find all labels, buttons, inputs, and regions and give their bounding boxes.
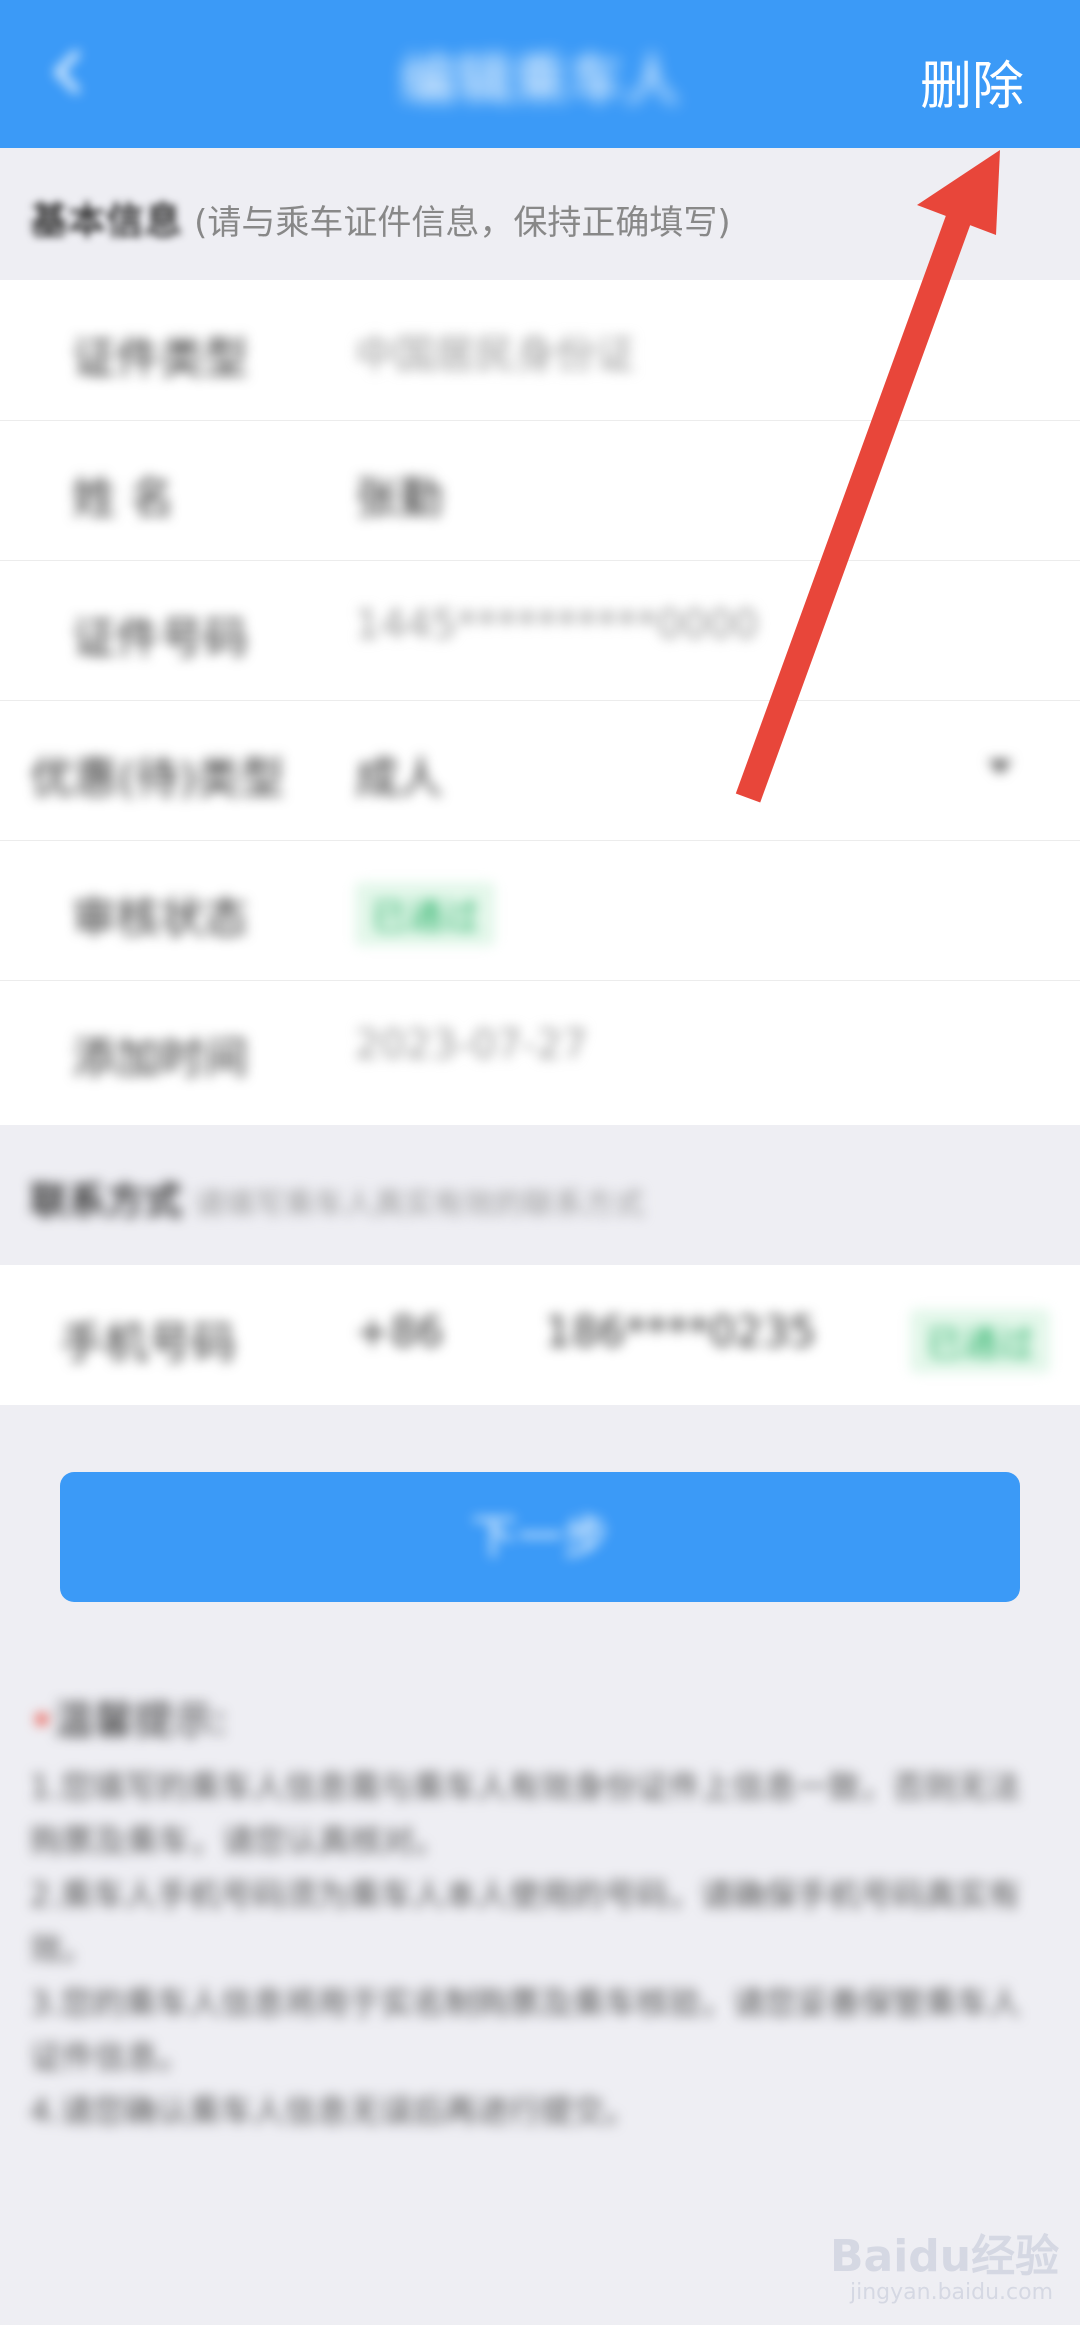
section-subtitle: (请与乘车证件信息，保持正确填写) (194, 203, 731, 243)
status-badge: 已通过 (355, 882, 496, 946)
row-label: 证件号码 (72, 613, 248, 664)
tip-line: 2.乘车人手机号码须为乘车人本人使用的号码，请确保手机号码真实有效。 (30, 1876, 1021, 1968)
phone-row[interactable]: 手机号码 +86 186****0235 已通过 (0, 1265, 1080, 1405)
section-subtitle: 请填写乘车人真实有效的联系方式 (194, 1187, 645, 1222)
passenger-form: 证件类型 中国居民身份证 姓 名 张勤 证件号码 1445**********0… (0, 280, 1080, 1125)
tips-title: •温馨提示: (30, 1698, 228, 1744)
section-title: 联系方式 (30, 1179, 183, 1223)
baidu-watermark: Baidu经验 jingyan.baidu.com (830, 2231, 1060, 2305)
contact-section-label: 联系方式 请填写乘车人真实有效的联系方式 (30, 1170, 644, 1225)
section-title: 基本信息 (30, 199, 183, 243)
row-value: 1445**********0000 (355, 602, 759, 648)
tips-text: 1.您填写的乘车人信息需与乘车人有效身份证件上信息一致，否则无法购票及乘车，请您… (30, 1760, 1050, 2138)
phone-number[interactable]: 186****0235 (545, 1307, 816, 1356)
row-label: 手机号码 (60, 1318, 236, 1369)
form-row-review-status: 审核状态 已通过 (0, 840, 1080, 981)
row-label: 添加时间 (72, 1033, 248, 1084)
form-row-name[interactable]: 姓 名 张勤 (0, 420, 1080, 561)
row-label: 姓 名 (72, 473, 174, 524)
country-code[interactable]: +86 (355, 1307, 444, 1356)
row-value: 2023-07-27 (355, 1022, 588, 1068)
form-row-id-type[interactable]: 证件类型 中国居民身份证 (0, 280, 1080, 421)
basic-info-section-label: 基本信息 (请与乘车证件信息，保持正确填写) (30, 190, 731, 245)
status-badge: 已通过 (909, 1309, 1050, 1373)
page-title: 编辑乘车人 (400, 49, 680, 114)
delete-button[interactable]: 删除 (920, 44, 1024, 119)
next-button[interactable]: 下一步 (60, 1472, 1020, 1602)
form-row-discount-type[interactable]: 优惠(待)类型 成人 (0, 700, 1080, 841)
row-value: 中国居民身份证 (355, 332, 635, 378)
tip-line: 1.您填写的乘车人信息需与乘车人有效身份证件上信息一致，否则无法购票及乘车，请您… (30, 1768, 1021, 1860)
row-label: 审核状态 (72, 893, 248, 944)
form-row-added-time: 添加时间 2023-07-27 (0, 980, 1080, 1120)
row-label: 证件类型 (72, 333, 248, 384)
chevron-down-icon[interactable] (980, 746, 1020, 786)
form-row-id-number[interactable]: 证件号码 1445**********0000 (0, 560, 1080, 701)
row-value: 成人 (355, 753, 443, 804)
row-value: 张勤 (355, 473, 443, 524)
tips-marker-icon: • (30, 1698, 54, 1744)
tip-line: 4.请您确认乘车人信息无误后再进行提交。 (30, 2092, 637, 2130)
row-label: 优惠(待)类型 (30, 753, 285, 804)
tip-line: 3.您的乘车人信息将用于实名制购票及乘车核验，请您妥善保管乘车人证件信息。 (30, 1984, 1021, 2076)
